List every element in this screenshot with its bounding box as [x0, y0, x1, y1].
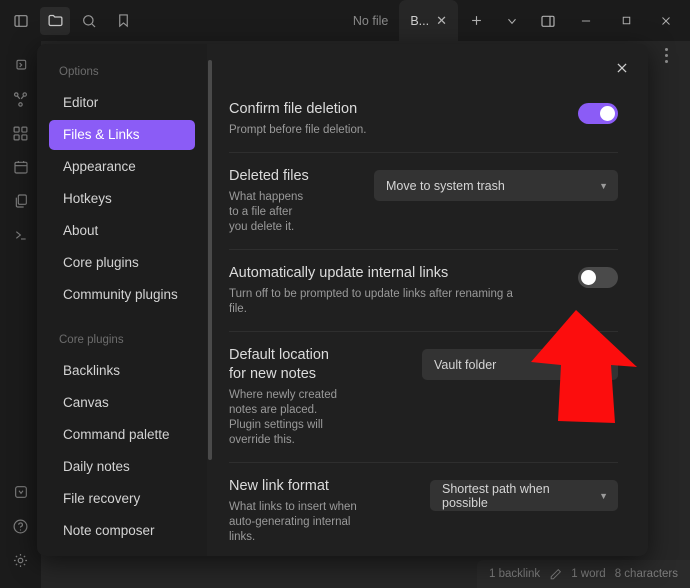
setting-control: Move to system trash ▼	[374, 167, 618, 201]
folder-icon[interactable]	[40, 6, 70, 35]
dropdown-value: Move to system trash	[386, 178, 505, 193]
setting-default-location-new-notes: Default location for new notes Where new…	[229, 332, 618, 463]
setting-description: What happens to a file after you delete …	[229, 191, 304, 233]
default-location-dropdown[interactable]: Vault folder	[422, 349, 618, 380]
toggle-knob	[600, 106, 615, 121]
sidebar-item-community-plugins[interactable]: Community plugins	[49, 280, 195, 310]
canvas-grid-icon[interactable]	[6, 117, 36, 149]
vault-switcher-icon[interactable]	[6, 476, 36, 508]
sidebar-item-page-preview[interactable]: Page preview	[49, 548, 195, 556]
settings-sidebar: Options Editor Files & Links Appearance …	[37, 44, 207, 556]
sidebar-item-files-and-links[interactable]: Files & Links	[49, 120, 195, 150]
sidebar-item-daily-notes[interactable]: Daily notes	[49, 452, 195, 482]
setting-info: Automatically update internal links Turn…	[229, 264, 514, 317]
dropdown-value: Shortest path when possible	[442, 481, 550, 510]
graph-view-icon[interactable]	[6, 83, 36, 115]
confirm-file-deletion-toggle[interactable]	[578, 103, 618, 124]
character-count[interactable]: 8 characters	[615, 568, 678, 580]
chevron-down-icon[interactable]	[494, 6, 530, 36]
toggle-knob	[581, 270, 596, 285]
setting-auto-update-internal-links: Automatically update internal links Turn…	[229, 250, 618, 332]
minimize-icon[interactable]	[566, 6, 606, 36]
sidebar-item-appearance[interactable]: Appearance	[49, 152, 195, 182]
close-settings-icon[interactable]	[610, 56, 634, 80]
chevron-down-icon: ▼	[599, 490, 608, 501]
templates-copy-icon[interactable]	[6, 185, 36, 217]
maximize-icon[interactable]	[606, 6, 646, 36]
deleted-files-dropdown[interactable]: Move to system trash ▼	[374, 170, 618, 201]
setting-name: Automatically update internal links	[229, 265, 449, 281]
title-bar: No file B... ✕	[0, 0, 690, 41]
sidebar-item-about[interactable]: About	[49, 216, 195, 246]
sync-icon[interactable]	[6, 49, 36, 81]
setting-name: Default location for new notes	[229, 347, 329, 382]
search-icon[interactable]	[74, 7, 104, 35]
help-icon[interactable]	[6, 510, 36, 542]
status-bar: 1 backlink 1 word 8 characters	[477, 560, 690, 588]
tab-active[interactable]: B... ✕	[399, 0, 458, 41]
tab-strip: No file B... ✕	[342, 0, 458, 41]
setting-description: Where newly created notes are placed. Pl…	[229, 389, 338, 446]
setting-info: Confirm file deletion Prompt before file…	[229, 100, 366, 138]
new-tab-button[interactable]	[458, 6, 494, 36]
setting-new-link-format: New link format What links to insert whe…	[229, 463, 618, 556]
sidebar-item-hotkeys[interactable]: Hotkeys	[49, 184, 195, 214]
close-window-icon[interactable]	[646, 6, 686, 36]
sidebar-item-note-composer[interactable]: Note composer	[49, 516, 195, 546]
setting-control: Vault folder	[422, 346, 618, 380]
sidebar-item-file-recovery[interactable]: File recovery	[49, 484, 195, 514]
auto-update-internal-links-toggle[interactable]	[578, 267, 618, 288]
setting-confirm-file-deletion: Confirm file deletion Prompt before file…	[229, 86, 618, 153]
sidebar-item-backlinks[interactable]: Backlinks	[49, 356, 195, 386]
obsidian-window: No file B... ✕ 1 backlink 1 word 8 chara…	[0, 0, 690, 588]
window-controls	[458, 6, 690, 36]
setting-description: What links to insert when auto-generatin…	[229, 501, 357, 543]
sidebar-item-canvas[interactable]: Canvas	[49, 388, 195, 418]
setting-name: New link format	[229, 478, 329, 494]
sidebar-header-options: Options	[59, 66, 99, 78]
setting-name: Deleted files	[229, 168, 309, 184]
setting-control	[578, 100, 618, 124]
backlink-count[interactable]: 1 backlink	[489, 568, 540, 580]
chevron-down-icon: ▼	[599, 180, 608, 191]
close-tab-icon[interactable]: ✕	[436, 14, 447, 27]
sidebar-item-command-palette[interactable]: Command palette	[49, 420, 195, 450]
word-count[interactable]: 1 word	[571, 568, 606, 580]
sidebar-item-core-plugins[interactable]: Core plugins	[49, 248, 195, 278]
more-options-icon[interactable]	[665, 48, 668, 63]
setting-description: Prompt before file deletion.	[229, 124, 367, 136]
setting-name: Confirm file deletion	[229, 101, 358, 117]
setting-info: Deleted files What happens to a file aft…	[229, 167, 311, 235]
sidebar-header-core-plugins: Core plugins	[59, 334, 124, 346]
setting-deleted-files: Deleted files What happens to a file aft…	[229, 153, 618, 250]
setting-description: Turn off to be prompted to update links …	[229, 288, 513, 315]
dropdown-value: Vault folder	[434, 357, 497, 372]
edit-pencil-icon[interactable]	[549, 568, 562, 581]
settings-content: Confirm file deletion Prompt before file…	[207, 44, 648, 556]
new-link-format-dropdown[interactable]: Shortest path when possible ▼	[430, 480, 618, 511]
tab-no-file[interactable]: No file	[342, 0, 399, 41]
setting-control	[578, 264, 618, 288]
bookmark-icon[interactable]	[108, 7, 138, 35]
setting-control: Shortest path when possible ▼	[430, 477, 618, 511]
settings-modal: Options Editor Files & Links Appearance …	[37, 44, 648, 556]
daily-note-calendar-icon[interactable]	[6, 151, 36, 183]
settings-gear-icon[interactable]	[6, 544, 36, 576]
setting-info: New link format What links to insert whe…	[229, 477, 357, 545]
setting-info: Default location for new notes Where new…	[229, 346, 347, 448]
titlebar-left-icons	[0, 6, 138, 35]
tab-label: No file	[352, 13, 389, 28]
tab-label: B...	[410, 13, 430, 28]
left-ribbon	[0, 41, 41, 588]
split-right-icon[interactable]	[530, 6, 566, 36]
toggle-sidebar-icon[interactable]	[6, 7, 36, 35]
sidebar-item-editor[interactable]: Editor	[49, 88, 195, 118]
terminal-icon[interactable]	[6, 219, 36, 251]
